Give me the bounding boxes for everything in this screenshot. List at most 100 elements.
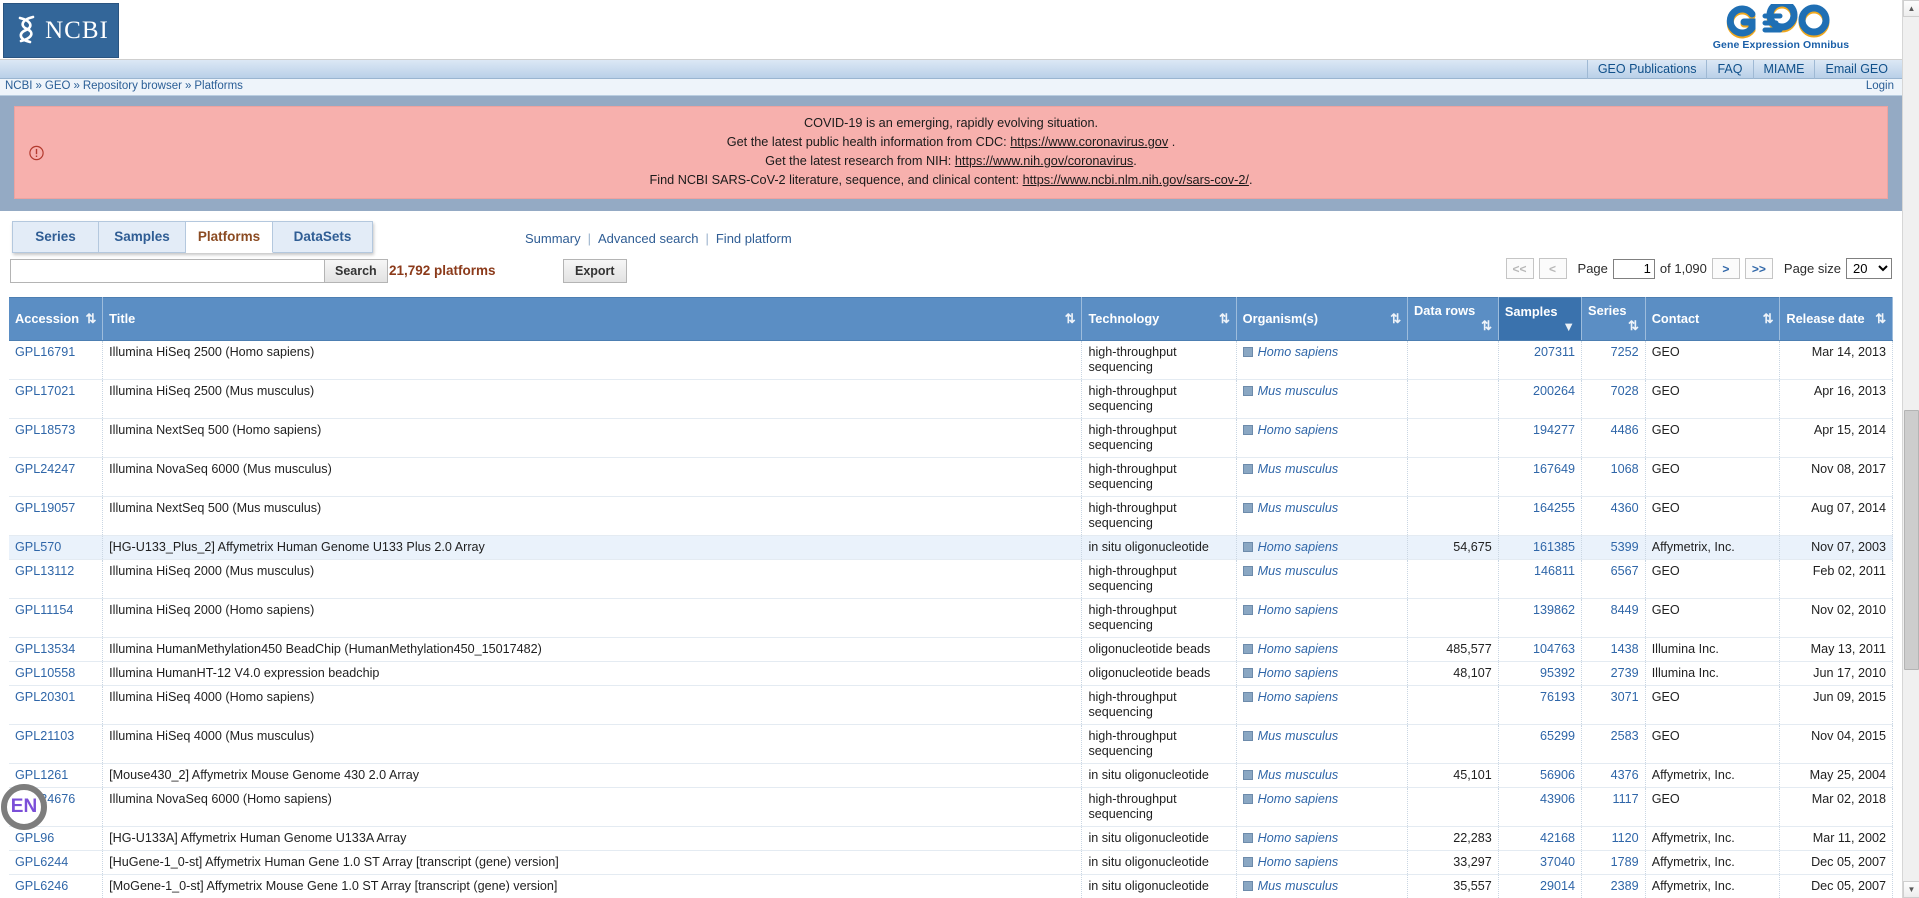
column-header-organism[interactable]: Organism(s) ⇅ [1236, 297, 1409, 341]
column-header-series[interactable]: Series ⇅ [1581, 297, 1646, 341]
organism-name[interactable]: Homo sapiens [1258, 540, 1339, 554]
link-advanced-search[interactable]: Advanced search [598, 231, 698, 246]
taxonomy-icon [1242, 386, 1253, 396]
organism-name[interactable]: Mus musculus [1258, 564, 1338, 578]
page-number-input[interactable] [1612, 258, 1655, 279]
nih-link[interactable]: https://www.nih.gov/coronavirus [955, 154, 1133, 168]
table-row[interactable]: GPL6246 [MoGene-1_0-st] Affymetrix Mouse … [9, 874, 1893, 898]
tab-platforms[interactable]: Platforms [186, 221, 273, 253]
accession-link[interactable]: GPL18573 [15, 423, 75, 437]
cdc-link[interactable]: https://www.coronavirus.gov [1010, 135, 1168, 149]
accession-link[interactable]: GPL6244 [15, 855, 68, 869]
column-header-accession[interactable]: Accession ⇅ [9, 297, 104, 341]
breadcrumb-item-platforms[interactable]: Platforms [194, 80, 243, 92]
ncbi-logo[interactable]: NCBI [3, 3, 119, 58]
page-scrollbar[interactable]: ▲ ▼ [1902, 0, 1919, 898]
organism-name[interactable]: Homo sapiens [1258, 792, 1339, 806]
scroll-up-arrow-icon[interactable]: ▲ [1903, 0, 1919, 17]
nav-faq[interactable]: FAQ [1706, 60, 1752, 79]
table-row[interactable]: GPL570 [HG-U133_Plus_2] Affymetrix Human … [9, 535, 1893, 560]
organism-name[interactable]: Homo sapiens [1258, 690, 1339, 704]
organism-name[interactable]: Homo sapiens [1258, 603, 1339, 617]
tab-samples[interactable]: Samples [99, 221, 186, 253]
table-row[interactable]: GPL10558 Illumina HumanHT-12 V4.0 express… [9, 661, 1893, 686]
organism-name[interactable]: Homo sapiens [1258, 423, 1339, 437]
table-row[interactable]: GPL20301 Illumina HiSeq 4000 (Homo sapien… [9, 685, 1893, 725]
breadcrumb-item-ncbi[interactable]: NCBI [5, 80, 32, 92]
nav-email-geo[interactable]: Email GEO [1814, 60, 1898, 79]
accession-link[interactable]: GPL96 [15, 831, 54, 845]
login-link[interactable]: Login [1866, 80, 1894, 92]
link-find-platform[interactable]: Find platform [716, 231, 792, 246]
table-row[interactable]: GPL13534 Illumina HumanMethylation450 Bea… [9, 637, 1893, 662]
organism-name[interactable]: Homo sapiens [1258, 831, 1339, 845]
column-header-samples[interactable]: Samples ▼ [1498, 297, 1583, 341]
accession-link[interactable]: GPL20301 [15, 690, 75, 704]
column-header-contact[interactable]: Contact ⇅ [1645, 297, 1781, 341]
table-row[interactable]: GPL16791 Illumina HiSeq 2500 (Homo sapien… [9, 340, 1893, 380]
sars-cov-2-link[interactable]: https://www.ncbi.nlm.nih.gov/sars-cov-2/ [1023, 173, 1249, 187]
cell-technology: in situ oligonucleotide [1081, 763, 1237, 788]
link-summary[interactable]: Summary [525, 231, 581, 246]
table-row[interactable]: GPL1261 [Mouse430_2] Affymetrix Mouse Gen… [9, 763, 1893, 788]
table-row[interactable]: GPL18573 Illumina NextSeq 500 (Homo sapie… [9, 418, 1893, 458]
table-row[interactable]: GPL96 [HG-U133A] Affymetrix Human Genome … [9, 826, 1893, 851]
geo-logo[interactable]: Gene Expression Omnibus [1706, 0, 1856, 51]
nav-geo-publications[interactable]: GEO Publications [1586, 60, 1707, 79]
accession-link[interactable]: GPL13534 [15, 642, 75, 656]
column-label-organism: Organism(s) [1242, 310, 1319, 326]
accession-link[interactable]: GPL21103 [15, 729, 74, 743]
table-row[interactable]: GPL6244 [HuGene-1_0-st] Affymetrix Human … [9, 850, 1893, 875]
table-row[interactable]: GPL11154 Illumina HiSeq 2000 (Homo sapien… [9, 598, 1893, 638]
last-page-button[interactable]: >> [1744, 258, 1773, 279]
accession-link[interactable]: GPL24247 [15, 462, 75, 476]
nav-miame[interactable]: MIAME [1752, 60, 1815, 79]
scroll-down-arrow-icon[interactable]: ▼ [1903, 881, 1919, 898]
scrollbar-thumb[interactable] [1904, 410, 1919, 670]
accession-link[interactable]: GPL6246 [15, 879, 68, 893]
organism-name[interactable]: Mus musculus [1258, 384, 1338, 398]
next-page-button[interactable]: > [1711, 258, 1740, 279]
search-button[interactable]: Search [324, 259, 388, 283]
organism-name[interactable]: Mus musculus [1258, 768, 1338, 782]
accession-link[interactable]: GPL1261 [15, 768, 68, 782]
table-row[interactable]: GPL21103 Illumina HiSeq 4000 (Mus musculu… [9, 724, 1893, 764]
tab-datasets[interactable]: DataSets [273, 221, 373, 253]
breadcrumb-item-geo[interactable]: GEO [45, 80, 71, 92]
organism-name[interactable]: Homo sapiens [1258, 855, 1339, 869]
table-row[interactable]: GPL17021 Illumina HiSeq 2500 (Mus musculu… [9, 379, 1893, 419]
organism-name[interactable]: Mus musculus [1258, 879, 1338, 893]
accession-link[interactable]: GPL13112 [15, 564, 74, 578]
geo-subtitle: Gene Expression Omnibus [1712, 39, 1850, 51]
table-row[interactable]: GPL19057 Illumina NextSeq 500 (Mus muscul… [9, 496, 1893, 536]
accession-link[interactable]: GPL16791 [15, 345, 75, 359]
column-header-technology[interactable]: Technology ⇅ [1081, 297, 1237, 341]
organism-name[interactable]: Mus musculus [1258, 462, 1338, 476]
organism-name[interactable]: Mus musculus [1258, 501, 1338, 515]
accession-link[interactable]: GPL10558 [15, 666, 75, 680]
breadcrumb-item-repository-browser[interactable]: Repository browser [83, 80, 182, 92]
accession-link[interactable]: GPL17021 [15, 384, 75, 398]
table-row[interactable]: GPL24676Illumina NovaSeq 6000 (Homo sapi… [9, 787, 1893, 827]
column-header-title[interactable]: Title ⇅ [102, 297, 1083, 341]
accession-link[interactable]: GPL11154 [15, 603, 73, 617]
column-header-data-rows[interactable]: Data rows ⇅ [1407, 297, 1499, 341]
organism-name[interactable]: Homo sapiens [1258, 666, 1339, 680]
organism-name[interactable]: Homo sapiens [1258, 642, 1339, 656]
language-badge[interactable]: EN [1, 784, 47, 830]
export-button[interactable]: Export [563, 259, 627, 283]
cell-title: Illumina NextSeq 500 (Homo sapiens) [102, 418, 1083, 458]
search-input[interactable] [10, 259, 324, 283]
accession-link[interactable]: GPL570 [15, 540, 61, 554]
tab-series[interactable]: Series [12, 221, 99, 253]
page-size-select[interactable]: 2050100200500 [1846, 258, 1892, 279]
prev-page-button[interactable]: < [1538, 258, 1567, 279]
accession-link[interactable]: GPL19057 [15, 501, 75, 515]
table-row[interactable]: GPL24247 Illumina NovaSeq 6000 (Mus muscu… [9, 457, 1893, 497]
column-header-release-date[interactable]: Release date ⇅ [1779, 297, 1893, 341]
first-page-button[interactable]: << [1505, 258, 1534, 279]
geo-mark-icon [1706, 0, 1856, 40]
organism-name[interactable]: Homo sapiens [1258, 345, 1339, 359]
organism-name[interactable]: Mus musculus [1258, 729, 1338, 743]
table-row[interactable]: GPL13112 Illumina HiSeq 2000 (Mus musculu… [9, 559, 1893, 599]
